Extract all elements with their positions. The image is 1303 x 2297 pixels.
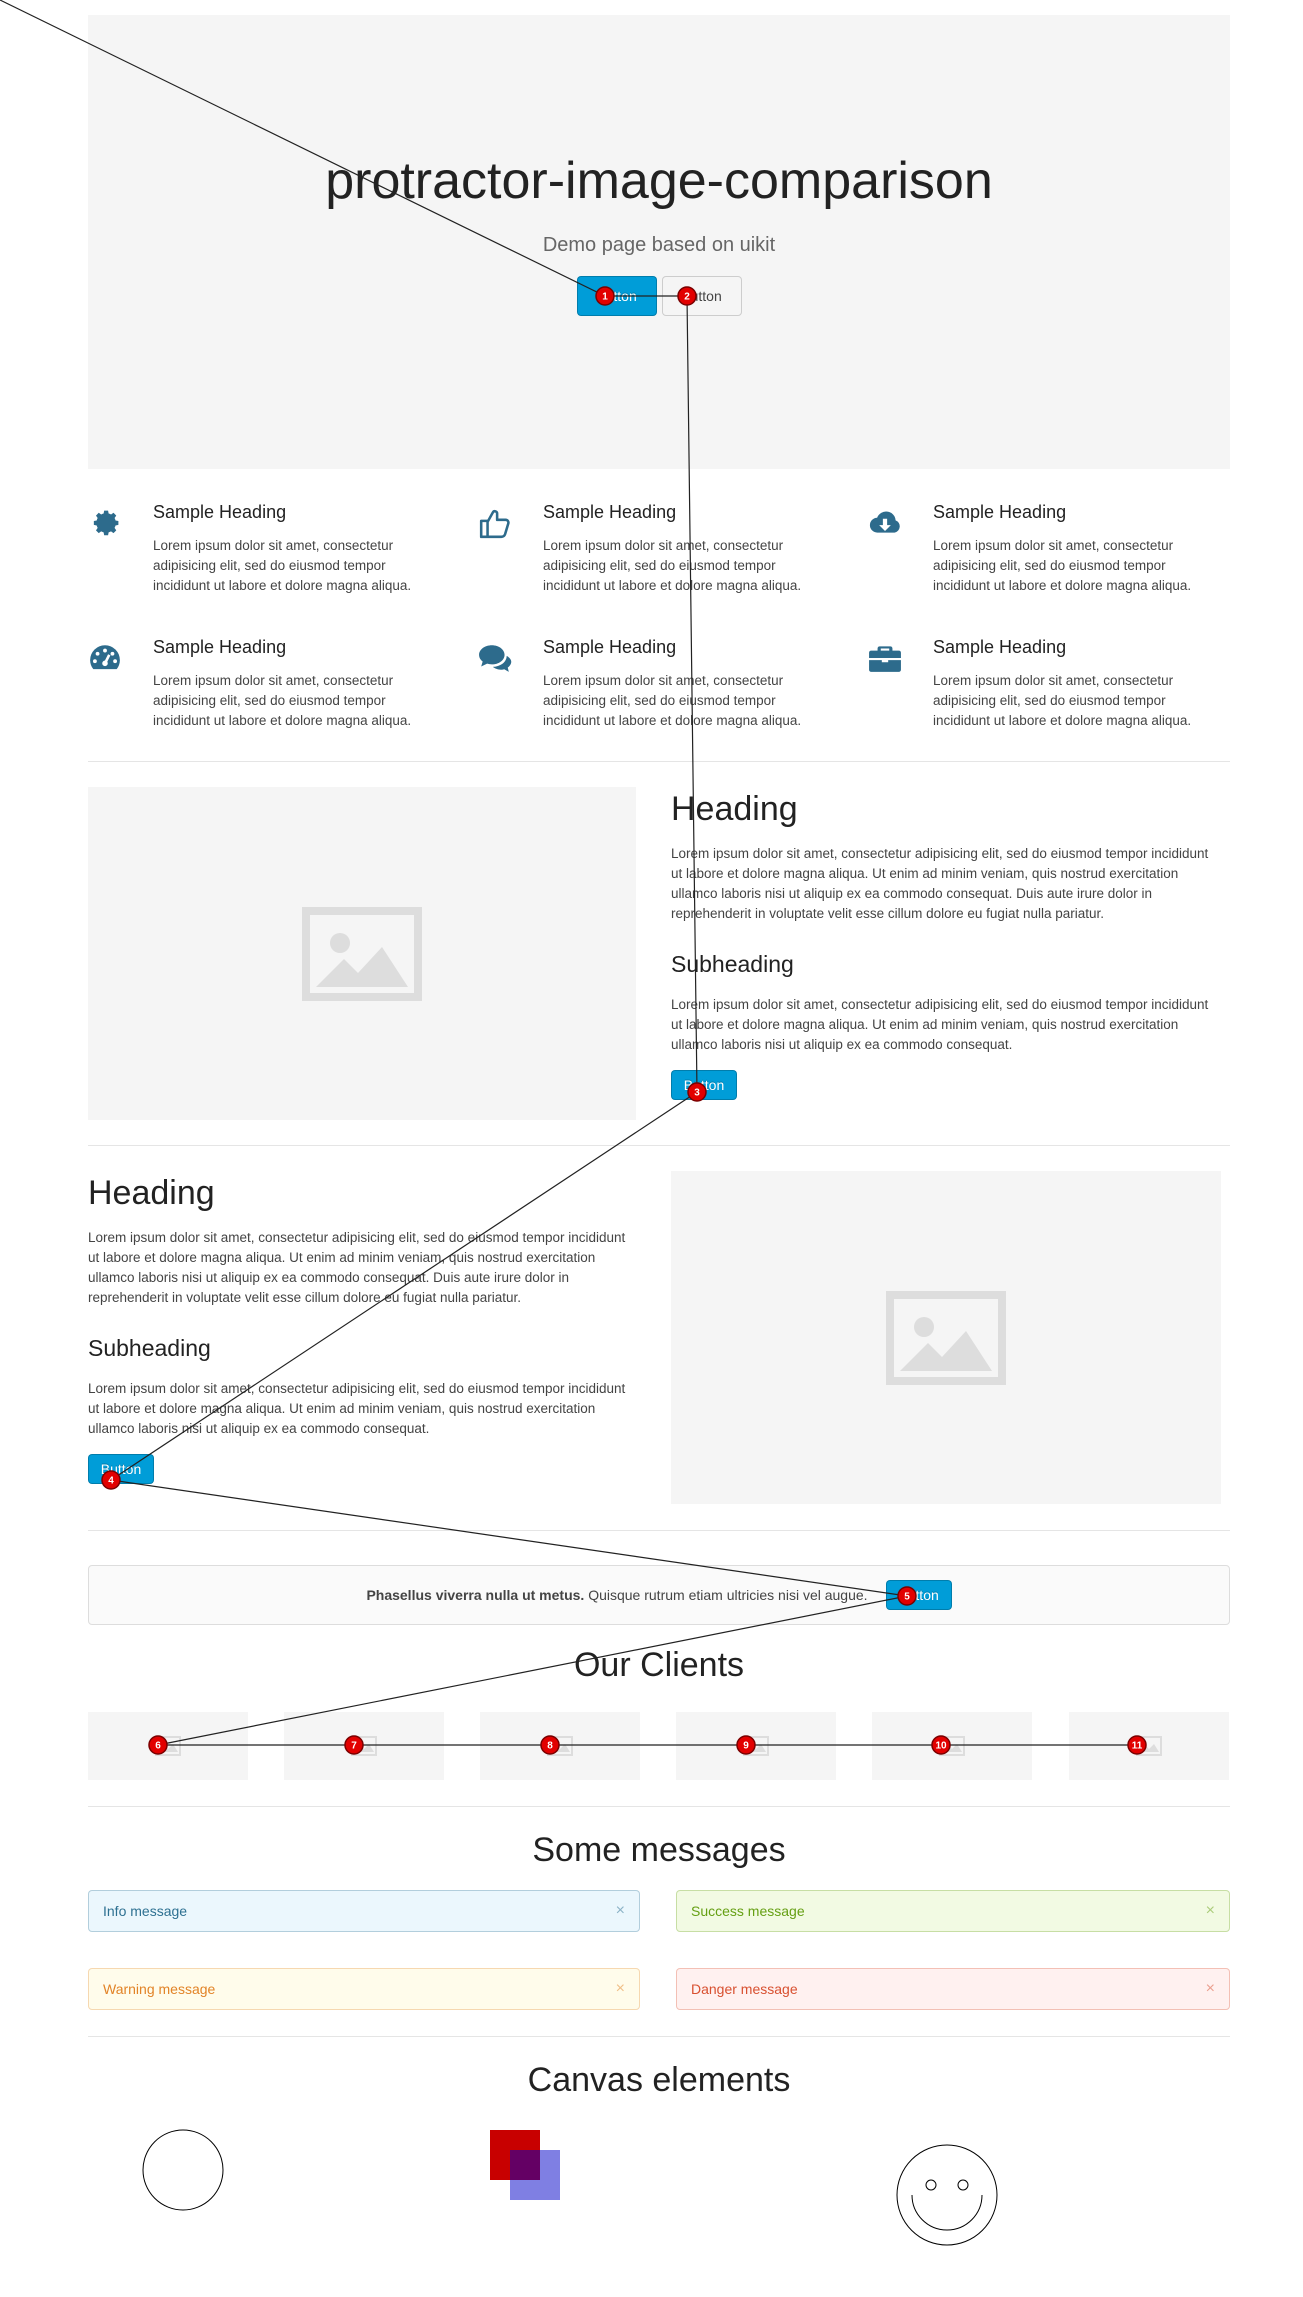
section-heading: Heading: [671, 790, 798, 828]
section-sub-paragraph: Lorem ipsum dolor sit amet, consectetur …: [88, 1381, 626, 1436]
divider: [88, 1530, 1230, 1531]
hero-buttons: Button Button: [88, 276, 1230, 316]
section1-button[interactable]: Button: [671, 1070, 737, 1100]
feature-heading: Sample Heading: [153, 502, 287, 522]
panel-text: Quisque rutrum etiam ultricies nisi vel …: [584, 1587, 868, 1603]
hero-section: protractor-image-comparison Demo page ba…: [88, 15, 1230, 469]
image-placeholder-icon: [155, 1736, 181, 1756]
feature-text: Lorem ipsum dolor sit amet, consectetur …: [933, 538, 1192, 593]
panel-bold-text: Phasellus viverra nulla ut metus.: [366, 1587, 585, 1603]
clients-heading: Our Clients: [573, 1646, 745, 1684]
panel-button[interactable]: Button: [885, 1580, 952, 1610]
client-logo: [88, 1712, 248, 1780]
close-icon[interactable]: ×: [616, 1980, 625, 1998]
feature-item: Sample Heading Lorem ipsum dolor sit ame…: [88, 500, 448, 610]
alert-text: Warning message: [103, 1981, 216, 1997]
warning-alert: Warning message ×: [88, 1968, 640, 2010]
briefcase-icon: [869, 646, 901, 672]
canvas-smiley: [896, 2144, 998, 2246]
hero-subtitle: Demo page based on uikit: [542, 234, 776, 256]
gear-icon: [93, 510, 119, 536]
canvas-heading: Canvas elements: [527, 2061, 791, 2099]
smiley-right-eye: [957, 2179, 969, 2191]
feature-item: Sample Heading Lorem ipsum dolor sit ame…: [868, 500, 1228, 610]
section-heading: Heading: [88, 1174, 215, 1212]
info-panel: Phasellus viverra nulla ut metus. Quisqu…: [88, 1565, 1230, 1625]
feature-heading: Sample Heading: [543, 502, 677, 522]
success-alert: Success message ×: [676, 1890, 1230, 1932]
feature-text: Lorem ipsum dolor sit amet, consectetur …: [153, 673, 412, 728]
alert-text: Info message: [103, 1903, 188, 1919]
close-icon[interactable]: ×: [616, 1902, 625, 1920]
feature-text: Lorem ipsum dolor sit amet, consectetur …: [153, 538, 412, 593]
image-placeholder: [88, 787, 636, 1120]
client-logo: [676, 1712, 836, 1780]
info-alert: Info message ×: [88, 1890, 640, 1932]
feature-item: Sample Heading Lorem ipsum dolor sit ame…: [88, 635, 448, 745]
cloud-download-icon: [869, 511, 900, 533]
section-paragraph: Lorem ipsum dolor sit amet, consectetur …: [88, 1230, 626, 1305]
feature-text: Lorem ipsum dolor sit amet, consectetur …: [543, 538, 802, 593]
divider: [88, 1145, 1230, 1146]
section2-button[interactable]: Button: [88, 1454, 154, 1484]
dashboard-icon: [90, 645, 120, 670]
danger-alert: Danger message ×: [676, 1968, 1230, 2010]
feature-item: Sample Heading Lorem ipsum dolor sit ame…: [478, 500, 838, 610]
close-icon[interactable]: ×: [1206, 1902, 1215, 1920]
divider: [88, 2036, 1230, 2037]
smiley-mouth: [911, 2194, 983, 2231]
feature-text: Lorem ipsum dolor sit amet, consectetur …: [933, 673, 1192, 728]
smiley-left-eye: [925, 2179, 937, 2191]
feature-heading: Sample Heading: [933, 502, 1067, 522]
hero-default-button[interactable]: Button: [661, 276, 742, 316]
feature-item: Sample Heading Lorem ipsum dolor sit ame…: [868, 635, 1228, 745]
image-placeholder: [671, 1171, 1221, 1504]
section-subheading: Subheading: [88, 1335, 211, 1361]
alert-text: Danger message: [691, 1981, 798, 1997]
image-placeholder-icon: [1136, 1736, 1162, 1756]
divider: [88, 1806, 1230, 1807]
image-placeholder-icon: [886, 1290, 1006, 1385]
hero-primary-button[interactable]: Button: [576, 276, 657, 316]
client-logo: [480, 1712, 640, 1780]
image-placeholder-icon: [743, 1736, 769, 1756]
canvas-blue-square: [510, 2150, 560, 2200]
feature-heading: Sample Heading: [153, 637, 287, 657]
image-placeholder-icon: [351, 1736, 377, 1756]
thumbs-up-icon: [479, 509, 510, 539]
section-subheading: Subheading: [671, 951, 794, 977]
feature-heading: Sample Heading: [543, 637, 677, 657]
feature-heading: Sample Heading: [933, 637, 1067, 657]
alert-text: Success message: [691, 1903, 805, 1919]
canvas-squares: [490, 2130, 560, 2200]
close-icon[interactable]: ×: [1206, 1980, 1215, 1998]
image-placeholder-icon: [302, 906, 422, 1001]
comments-icon: [479, 645, 512, 672]
client-logo: [284, 1712, 444, 1780]
canvas-circle: [142, 2129, 224, 2211]
divider: [88, 761, 1230, 762]
feature-text: Lorem ipsum dolor sit amet, consectetur …: [543, 673, 802, 728]
client-logo: [872, 1712, 1032, 1780]
section-paragraph: Lorem ipsum dolor sit amet, consectetur …: [671, 846, 1209, 921]
client-logo: [1069, 1712, 1229, 1780]
section-sub-paragraph: Lorem ipsum dolor sit amet, consectetur …: [671, 997, 1209, 1052]
image-placeholder-icon: [939, 1736, 965, 1756]
image-placeholder-icon: [547, 1736, 573, 1756]
messages-heading: Some messages: [532, 1831, 786, 1869]
page-title: protractor-image-comparison: [325, 152, 993, 210]
feature-item: Sample Heading Lorem ipsum dolor sit ame…: [478, 635, 838, 745]
